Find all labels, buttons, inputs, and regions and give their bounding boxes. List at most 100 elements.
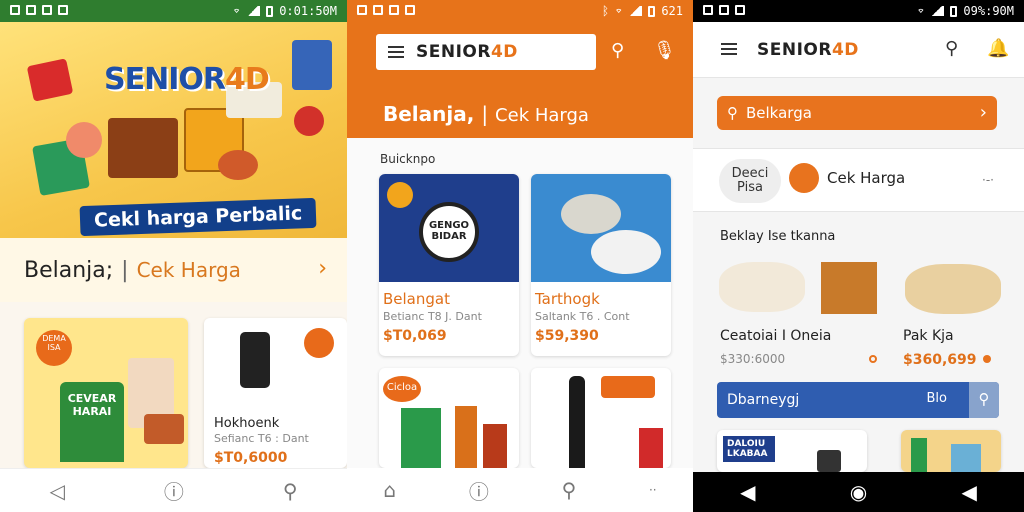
promo-banner[interactable]: SENIOR4D Cekl harga Perbalic: [0, 22, 347, 238]
profile-icon[interactable]: ⚲: [283, 479, 298, 503]
product-card[interactable]: GENGO BIDAR Belangat Betianc T8 J. Dant …: [379, 174, 519, 356]
bottom-nav: ⌂ ⓘ ⚲ ··: [347, 468, 693, 512]
wifi-icon: ⌔: [917, 4, 925, 18]
belanja-label: Belanja;: [24, 257, 114, 283]
product-image: [911, 438, 927, 472]
clock: 621: [661, 4, 683, 18]
alert-icon[interactable]: ⓘ: [164, 476, 184, 505]
product-badge: [601, 376, 655, 398]
product-price: $59,390: [535, 328, 599, 344]
wifi-icon: ⌔: [232, 4, 241, 18]
category-chip[interactable]: Deeci Pisa: [719, 159, 781, 203]
product-subtitle: Saltank T6 . Cont: [535, 310, 630, 323]
section-title: Buicknpo: [380, 152, 436, 166]
bottle-image: [569, 376, 585, 468]
product-card[interactable]: Cicloa: [379, 368, 519, 468]
product-image: [531, 174, 671, 282]
phone-screen-catalog: ᛒ ⌔ 621 SENIOR4D ⚲ 🎙 Belanja, | Cek Harga …: [347, 0, 693, 512]
indicator-dot: [983, 355, 991, 363]
notification-icon: [703, 5, 713, 15]
search-icon[interactable]: ⚲: [945, 38, 958, 59]
product-image: [401, 408, 441, 468]
promo-label: Dbarneygj: [727, 392, 800, 408]
search-icon[interactable]: ⚲: [611, 40, 624, 61]
search-bar[interactable]: SENIOR4D: [376, 34, 596, 70]
app-bar: SENIOR4D ⚲ 🎙 Belanja, | Cek Harga: [347, 22, 693, 138]
product-card[interactable]: DEMA ISA CEVEAR HARAI: [24, 318, 188, 468]
product-image: [719, 262, 805, 312]
signal-icon: [628, 6, 643, 16]
search-text: Belkarga: [746, 104, 812, 122]
dish-image: [591, 230, 661, 274]
product-image: [66, 122, 102, 158]
phone-screen-home: ⌔ 0:01:50M SENIOR4D Cekl harga Perbalic B…: [0, 0, 347, 512]
back-icon[interactable]: ◁: [49, 479, 64, 503]
more-icon[interactable]: ··: [649, 483, 657, 497]
promo-value: Blo: [926, 391, 947, 406]
cek-harga-row[interactable]: Deeci Pisa Cek Harga ·-·: [693, 148, 1024, 212]
more-icon[interactable]: ·-·: [982, 173, 994, 187]
back-icon[interactable]: ◀: [740, 480, 755, 504]
recent-apps-icon[interactable]: ◀: [961, 480, 976, 504]
battery-icon: [648, 5, 656, 17]
product-card[interactable]: [901, 430, 1001, 472]
section-title: Beklay Ise tkanna: [720, 229, 836, 244]
product-image: [905, 264, 1001, 314]
status-bar: ⌔ 0:01:50M: [0, 0, 347, 22]
product-badge: [304, 328, 334, 358]
dish-image: [561, 194, 621, 234]
product-card[interactable]: Hokhoenk Sefianc T6 : Dant $T0,6000: [204, 318, 347, 468]
promo-search-bar[interactable]: Dbarneygj Blo ⚲: [717, 382, 999, 418]
notification-icon: [735, 5, 745, 15]
alert-icon[interactable]: ⓘ: [469, 476, 489, 505]
brand-logo: SENIOR4D: [416, 42, 518, 62]
product-label: GENGO BIDAR: [419, 202, 479, 262]
signal-icon: [930, 6, 945, 16]
product-badge: DEMA ISA: [36, 330, 72, 366]
product-image: [218, 150, 258, 180]
home-icon[interactable]: ◉: [850, 480, 867, 504]
home-icon[interactable]: ⌂: [383, 478, 396, 502]
product-price: $330:6000: [720, 352, 786, 366]
product-badge: Cicloa: [383, 376, 421, 402]
product-card[interactable]: Tarthogk Saltank T6 . Cont $59,390: [531, 174, 671, 356]
product-title: Hokhoenk: [214, 416, 280, 431]
product-image: CEVEAR HARAI: [60, 382, 124, 462]
product-title[interactable]: Pak Kja: [903, 328, 954, 344]
battery-icon: [266, 5, 274, 17]
notification-icon: [373, 5, 383, 15]
phone-image: [240, 332, 270, 388]
search-input[interactable]: ⚲ Belkarga ›: [717, 96, 997, 130]
clock: 0:01:50M: [279, 4, 337, 18]
microphone-icon[interactable]: 🎙: [653, 40, 676, 61]
notification-bell-icon[interactable]: 🔔: [987, 38, 1009, 59]
product-image: [821, 262, 877, 314]
notification-icon: [26, 5, 36, 15]
separator: |: [121, 257, 129, 283]
battery-icon: [950, 5, 958, 17]
search-icon[interactable]: ⚲: [969, 382, 999, 418]
chevron-right-icon: ›: [318, 256, 327, 281]
product-badge: [387, 182, 413, 208]
product-image: [144, 414, 184, 444]
phone-image: [817, 450, 841, 472]
menu-icon[interactable]: [721, 43, 737, 55]
notification-icon: [10, 5, 20, 15]
product-image: [483, 424, 507, 468]
product-title[interactable]: Ceatoiai I Oneia: [720, 328, 831, 344]
product-image: [951, 444, 981, 472]
menu-icon[interactable]: [388, 46, 404, 58]
product-image: [292, 40, 332, 90]
status-bar: ⌔ 09%:90M: [693, 0, 1024, 22]
belanja-header[interactable]: Belanja; | Cek Harga ›: [0, 238, 347, 302]
product-subtitle: Sefianc T6 : Dant: [214, 432, 309, 445]
bottom-nav: ◀ ◉ ◀: [693, 472, 1024, 512]
product-price: $T0,069: [383, 328, 447, 344]
phone-screen-search: ⌔ 09%:90M SENIOR4D ⚲ 🔔 ⚲ Belkarga › Deeci…: [693, 0, 1024, 512]
product-card[interactable]: [531, 368, 671, 468]
product-image: [294, 106, 324, 136]
product-image: [455, 406, 477, 468]
product-card[interactable]: DALOIU LKABAA: [717, 430, 867, 472]
profile-icon[interactable]: ⚲: [562, 478, 577, 502]
notification-icon: [405, 5, 415, 15]
